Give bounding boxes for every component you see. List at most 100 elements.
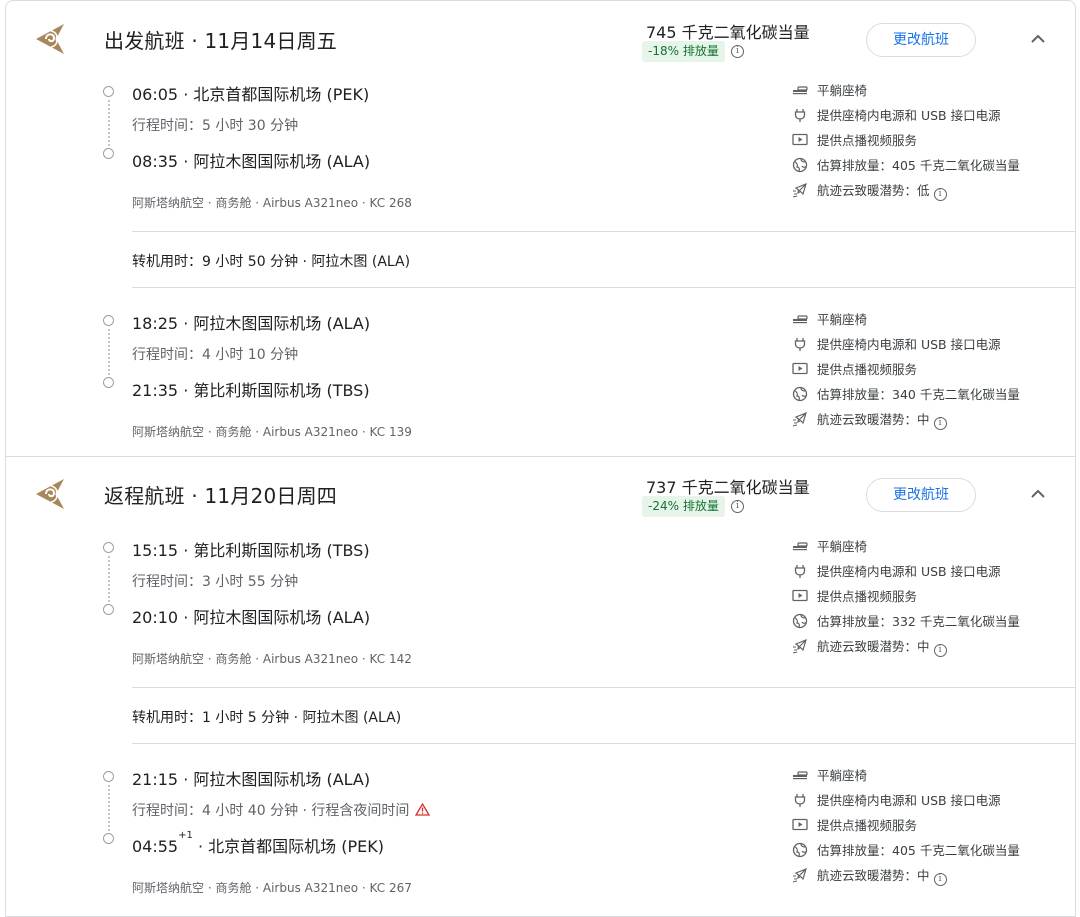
flat-bed-seat-icon <box>792 82 808 98</box>
trip-title: 返程航班 · 11月20日周四 <box>104 484 337 508</box>
return-flight-card: 返程航班 · 11月20日周四 737 千克二氧化碳当量 -24% 排放量 i … <box>5 456 1076 917</box>
amenity-text: 提供点播视频服务 <box>817 818 918 833</box>
change-flight-button[interactable]: 更改航班 <box>866 23 976 57</box>
departure-dot <box>103 315 114 326</box>
route-line <box>108 556 110 602</box>
route-line <box>108 100 110 146</box>
trip-emissions: 737 千克二氧化碳当量 <box>646 478 810 497</box>
divider <box>132 687 1075 688</box>
amenity-text: 平躺座椅 <box>817 312 868 327</box>
travel-duration: 行程时间：4 小时 40 分钟 · 行程含夜间时间 <box>132 800 431 820</box>
travel-duration: 行程时间：3 小时 55 分钟 <box>132 574 299 590</box>
video-play-icon <box>792 132 808 148</box>
departure-dot <box>103 542 114 553</box>
air-astana-logo <box>34 21 68 57</box>
arrival-info: 20:10 · 阿拉木图国际机场 (ALA) <box>132 608 371 627</box>
departure-info: 21:15 · 阿拉木图国际机场 (ALA) <box>132 770 371 789</box>
globe-emissions-icon <box>792 157 808 173</box>
arrival-info: 04:55+1 · 北京首都国际机场 (PEK) <box>132 830 384 857</box>
amenity-text: 估算排放量：340 千克二氧化碳当量 <box>817 387 1020 402</box>
contrail-text: 航迹云致暖潜势：中 <box>817 412 930 427</box>
emissions-badge: -18% 排放量 <box>642 41 725 62</box>
change-flight-button[interactable]: 更改航班 <box>866 478 976 512</box>
power-plug-icon <box>792 107 808 123</box>
departure-info: 18:25 · 阿拉木图国际机场 (ALA) <box>132 314 371 333</box>
amenity-text: 平躺座椅 <box>817 83 868 98</box>
route-line <box>108 785 110 831</box>
contrail-plane-icon <box>792 411 808 427</box>
divider <box>132 287 1075 288</box>
contrail-plane-icon <box>792 182 808 198</box>
arrival-dot <box>103 833 114 844</box>
amenity-text: 提供点播视频服务 <box>817 133 918 148</box>
amenity-text: 提供座椅内电源和 USB 接口电源 <box>817 793 1001 808</box>
amenity-text: 航迹云致暖潜势：中 i <box>817 636 947 657</box>
air-astana-logo <box>34 476 68 512</box>
departure-info: 06:05 · 北京首都国际机场 (PEK) <box>132 85 370 104</box>
warning-icon <box>415 802 431 816</box>
flat-bed-seat-icon <box>792 538 808 554</box>
layover-info: 转机用时：9 小时 50 分钟 · 阿拉木图 (ALA) <box>132 254 411 270</box>
route-line <box>108 329 110 375</box>
info-icon[interactable]: i <box>731 45 744 58</box>
divider <box>132 743 1075 744</box>
amenity-text: 提供座椅内电源和 USB 接口电源 <box>817 564 1001 579</box>
chevron-up-icon[interactable] <box>1028 484 1048 504</box>
power-plug-icon <box>792 563 808 579</box>
emissions-badge: -24% 排放量 <box>642 496 725 517</box>
arrival-info: 21:35 · 第比利斯国际机场 (TBS) <box>132 381 370 400</box>
info-icon[interactable]: i <box>933 644 947 657</box>
arrival-airport: · 北京首都国际机场 (PEK) <box>192 837 384 856</box>
contrail-text: 航迹云致暖潜势：中 <box>817 639 930 654</box>
flight-details: 阿斯塔纳航空 · 商务舱 · Airbus A321neo · KC 268 <box>132 196 412 210</box>
departure-dot <box>103 86 114 97</box>
flight-details: 阿斯塔纳航空 · 商务舱 · Airbus A321neo · KC 142 <box>132 652 412 666</box>
travel-duration: 行程时间：5 小时 30 分钟 <box>132 118 299 134</box>
video-play-icon <box>792 361 808 377</box>
power-plug-icon <box>792 792 808 808</box>
trip-emissions: 745 千克二氧化碳当量 <box>646 23 810 42</box>
trip-title: 出发航班 · 11月14日周五 <box>104 29 337 53</box>
info-icon[interactable]: i <box>933 417 947 430</box>
amenity-text: 估算排放量：405 千克二氧化碳当量 <box>817 843 1020 858</box>
contrail-text: 航迹云致暖潜势：中 <box>817 868 930 883</box>
travel-duration: 行程时间：4 小时 10 分钟 <box>132 347 299 363</box>
amenity-text: 平躺座椅 <box>817 539 868 554</box>
globe-emissions-icon <box>792 842 808 858</box>
power-plug-icon <box>792 336 808 352</box>
amenity-text: 航迹云致暖潜势：中 i <box>817 409 947 430</box>
contrail-text: 航迹云致暖潜势：低 <box>817 183 930 198</box>
contrail-plane-icon <box>792 638 808 654</box>
amenity-text: 提供点播视频服务 <box>817 589 918 604</box>
amenity-text: 提供座椅内电源和 USB 接口电源 <box>817 337 1001 352</box>
amenity-text: 提供点播视频服务 <box>817 362 918 377</box>
departure-dot <box>103 771 114 782</box>
layover-info: 转机用时：1 小时 5 分钟 · 阿拉木图 (ALA) <box>132 710 402 726</box>
flat-bed-seat-icon <box>792 311 808 327</box>
video-play-icon <box>792 817 808 833</box>
day-offset: +1 <box>178 830 193 841</box>
duration-text: 行程时间：4 小时 40 分钟 · 行程含夜间时间 <box>132 803 410 819</box>
chevron-up-icon[interactable] <box>1028 29 1048 49</box>
arrival-info: 08:35 · 阿拉木图国际机场 (ALA) <box>132 152 371 171</box>
amenity-text: 估算排放量：405 千克二氧化碳当量 <box>817 158 1020 173</box>
amenity-text: 估算排放量：332 千克二氧化碳当量 <box>817 614 1020 629</box>
info-icon[interactable]: i <box>933 188 947 201</box>
video-play-icon <box>792 588 808 604</box>
arrival-dot <box>103 604 114 615</box>
amenity-text: 提供座椅内电源和 USB 接口电源 <box>817 108 1001 123</box>
contrail-plane-icon <box>792 867 808 883</box>
globe-emissions-icon <box>792 613 808 629</box>
arrival-time: 04:55 <box>132 837 179 856</box>
departure-info: 15:15 · 第比利斯国际机场 (TBS) <box>132 541 370 560</box>
amenity-text: 航迹云致暖潜势：低 i <box>817 180 947 201</box>
flat-bed-seat-icon <box>792 767 808 783</box>
info-icon[interactable]: i <box>933 873 947 886</box>
amenity-text: 平躺座椅 <box>817 768 868 783</box>
arrival-dot <box>103 377 114 388</box>
flight-details: 阿斯塔纳航空 · 商务舱 · Airbus A321neo · KC 267 <box>132 881 412 895</box>
outbound-flight-card: 出发航班 · 11月14日周五 745 千克二氧化碳当量 -18% 排放量 i … <box>5 0 1076 457</box>
arrival-dot <box>103 148 114 159</box>
divider <box>132 231 1075 232</box>
info-icon[interactable]: i <box>731 500 744 513</box>
